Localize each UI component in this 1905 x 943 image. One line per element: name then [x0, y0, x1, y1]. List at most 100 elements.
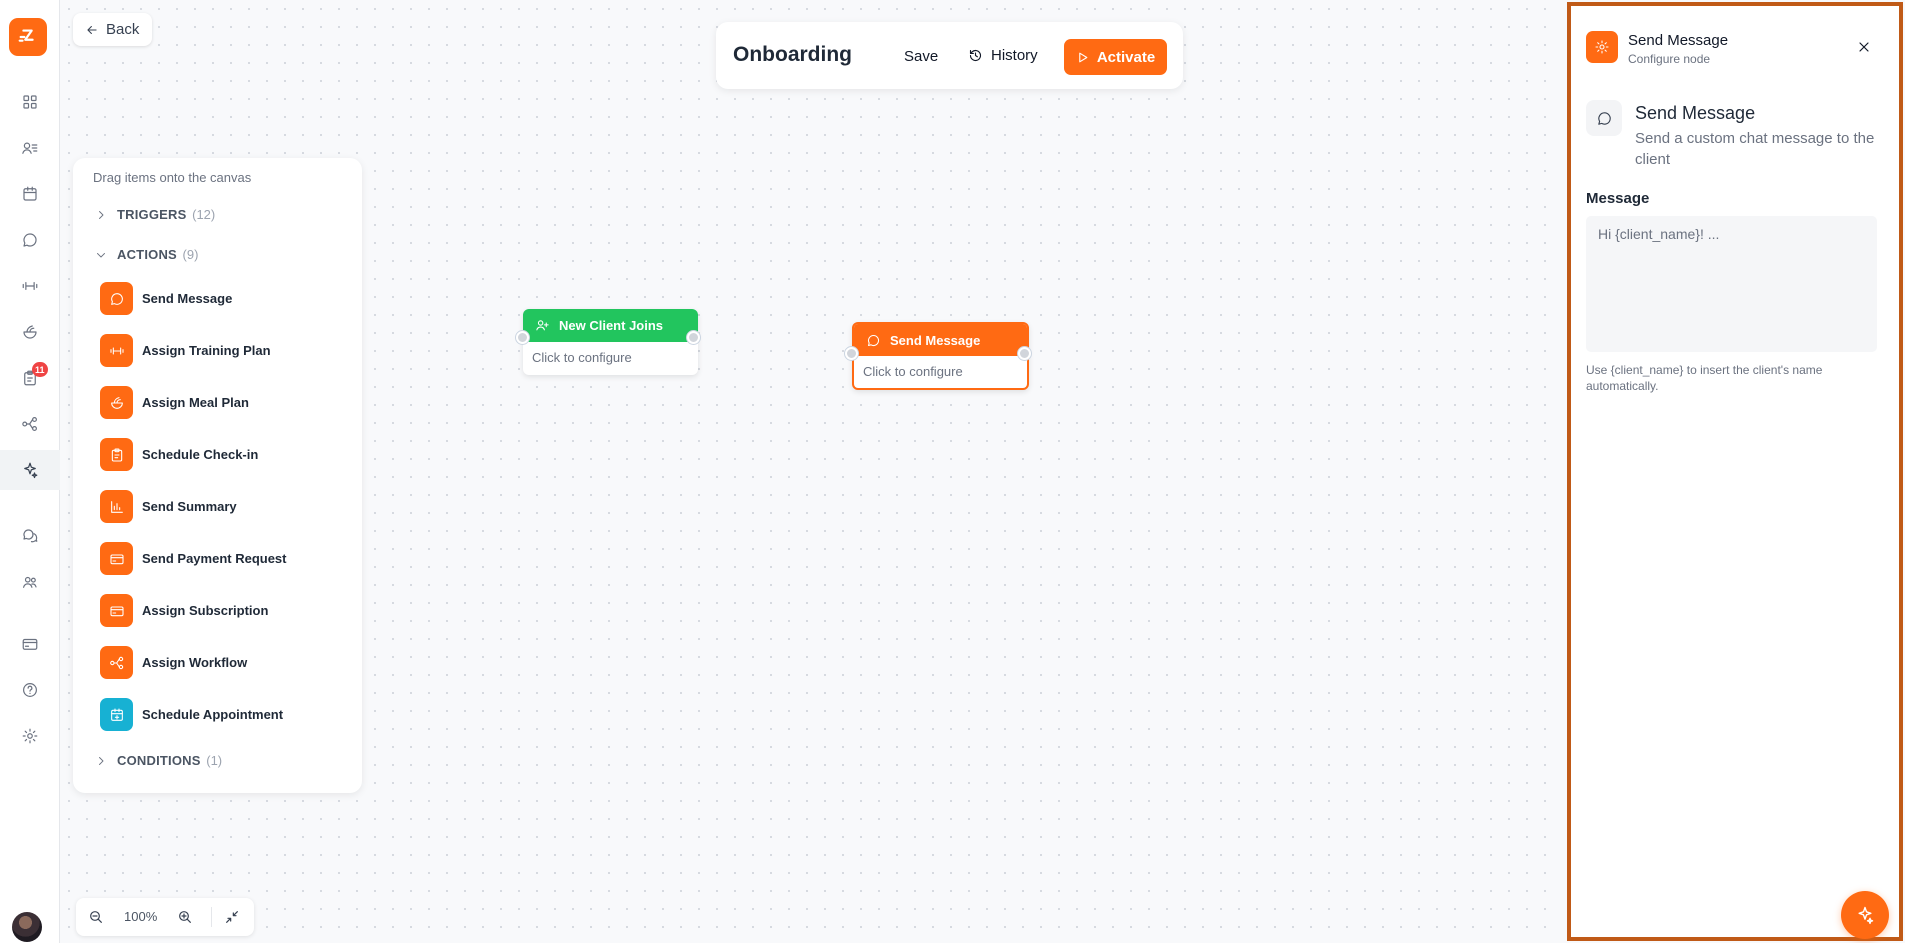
history-button[interactable]: History — [968, 47, 1038, 64]
sidebar-item-billing[interactable] — [0, 624, 60, 664]
sidebar-item-community[interactable] — [0, 516, 60, 556]
sidebar-item-training[interactable] — [0, 266, 60, 306]
sidebar-item-check-ins[interactable]: 11 — [0, 358, 60, 398]
logo-icon — [18, 29, 34, 42]
clipboard-icon — [111, 447, 122, 462]
panel-header-icon-box — [1586, 31, 1618, 63]
node-output-port[interactable] — [687, 331, 700, 344]
activate-button[interactable]: Activate — [1064, 39, 1167, 75]
palette-item-assign-meal-plan[interactable]: Assign Meal Plan — [100, 386, 249, 419]
card-icon — [109, 605, 124, 616]
node-input-port[interactable] — [516, 331, 529, 344]
sparkle-icon — [1858, 906, 1874, 925]
team-icon — [23, 576, 37, 588]
palette-item-label: Schedule Appointment — [142, 707, 284, 722]
app-logo[interactable] — [9, 18, 47, 56]
palette-item-label: Send Summary — [142, 499, 237, 514]
workflow-icon — [22, 417, 37, 431]
node-send-message[interactable]: Send Message Click to configure — [852, 322, 1029, 390]
sidebar-item-automations[interactable] — [0, 450, 60, 490]
dumbbell-icon — [22, 282, 38, 290]
chevron-down-icon — [97, 252, 105, 257]
sidebar-rail: 11 — [0, 0, 60, 943]
palette-item-send-summary[interactable]: Send Summary — [100, 490, 237, 523]
sidebar-item-clients[interactable] — [0, 128, 60, 168]
check-ins-badge: 11 — [32, 362, 48, 377]
chevron-right-icon — [99, 210, 104, 219]
user-avatar[interactable] — [12, 912, 42, 942]
palette-item-send-message[interactable]: Send Message — [100, 282, 232, 315]
zoom-divider — [211, 907, 212, 927]
palette-hint: Drag items onto the canvas — [93, 170, 252, 185]
palette-item-assign-training-plan[interactable]: Assign Training Plan — [100, 334, 271, 367]
zoom-out-icon — [90, 911, 102, 923]
save-button[interactable]: Save — [904, 48, 938, 65]
palette-item-schedule-check-in[interactable]: Schedule Check-in — [100, 438, 258, 471]
palette-item-assign-subscription[interactable]: Assign Subscription — [100, 594, 268, 627]
sidebar-item-dashboard[interactable] — [0, 82, 60, 122]
palette-group-triggers[interactable]: TRIGGERS (12) — [95, 207, 215, 222]
message-textarea[interactable] — [1586, 216, 1877, 352]
node-body[interactable]: Click to configure — [854, 356, 1027, 387]
palette-group-conditions[interactable]: CONDITIONS (1) — [95, 753, 222, 768]
node-body[interactable]: Click to configure — [523, 342, 698, 373]
ai-assistant-button[interactable] — [1841, 891, 1889, 939]
chat-icon — [23, 233, 37, 247]
node-header[interactable]: Send Message — [854, 324, 1027, 356]
sidebar-item-settings[interactable] — [0, 716, 60, 756]
sidebar-item-help[interactable] — [0, 670, 60, 710]
close-panel-button[interactable] — [1856, 39, 1872, 55]
node-config-panel: Send Message Configure node Send Message… — [1567, 2, 1903, 941]
group-count: (9) — [182, 247, 199, 262]
sidebar-item-calendar[interactable] — [0, 174, 60, 214]
group-count: (12) — [192, 207, 216, 222]
panel-subtitle: Configure node — [1628, 52, 1711, 66]
chats-icon — [23, 529, 38, 543]
palette-item-schedule-appointment[interactable]: Schedule Appointment — [100, 698, 283, 731]
sparkle-icon — [24, 462, 38, 479]
sidebar-item-messages[interactable] — [0, 220, 60, 260]
minimize-icon — [226, 911, 238, 923]
palette-item-label: Assign Meal Plan — [142, 395, 249, 410]
palette-item-label: Schedule Check-in — [142, 447, 259, 462]
node-input-port[interactable] — [845, 347, 858, 360]
node-new-client-joins[interactable]: New Client Joins Click to configure — [523, 309, 698, 375]
zoom-in-button[interactable] — [175, 907, 195, 927]
workflow-icon — [109, 656, 123, 669]
close-icon — [1859, 42, 1869, 52]
back-button[interactable]: Back — [73, 13, 153, 46]
palette-item-assign-workflow[interactable]: Assign Workflow — [100, 646, 247, 679]
zoom-level: 100% — [124, 909, 158, 924]
palette-item-icon-box — [100, 438, 133, 471]
gear-icon — [1595, 40, 1609, 54]
node-output-port[interactable] — [1018, 347, 1031, 360]
history-label: History — [991, 47, 1038, 64]
sidebar-item-workflows[interactable] — [0, 404, 60, 444]
workflow-title[interactable]: Onboarding — [733, 43, 852, 67]
meal-icon — [23, 325, 37, 339]
node-title: Send Message — [890, 332, 981, 348]
node-palette: Drag items onto the canvas TRIGGERS (12)… — [73, 158, 362, 793]
palette-group-actions[interactable]: ACTIONS (9) — [95, 247, 198, 262]
meal-icon — [110, 396, 123, 409]
palette-item-icon-box — [100, 698, 133, 731]
zoom-controls: 100% — [76, 898, 254, 936]
node-type-icon-box — [1586, 100, 1622, 136]
panel-title: Send Message — [1628, 32, 1729, 49]
sidebar-item-team[interactable] — [0, 562, 60, 602]
fit-view-button[interactable] — [222, 907, 242, 927]
palette-item-icon-box — [100, 490, 133, 523]
sidebar-item-nutrition[interactable] — [0, 312, 60, 352]
chevron-right-icon — [99, 756, 104, 765]
card-icon — [22, 638, 38, 650]
chat-icon — [110, 292, 123, 305]
palette-item-icon-box — [100, 282, 133, 315]
zoom-out-button[interactable] — [86, 907, 106, 927]
message-field-label: Message — [1586, 190, 1650, 207]
palette-item-icon-box — [100, 542, 133, 575]
palette-item-label: Assign Workflow — [142, 655, 248, 670]
palette-item-send-payment-request[interactable]: Send Payment Request — [100, 542, 287, 575]
chat-icon — [1597, 111, 1611, 125]
node-header[interactable]: New Client Joins — [523, 309, 698, 342]
gear-icon — [22, 728, 38, 744]
